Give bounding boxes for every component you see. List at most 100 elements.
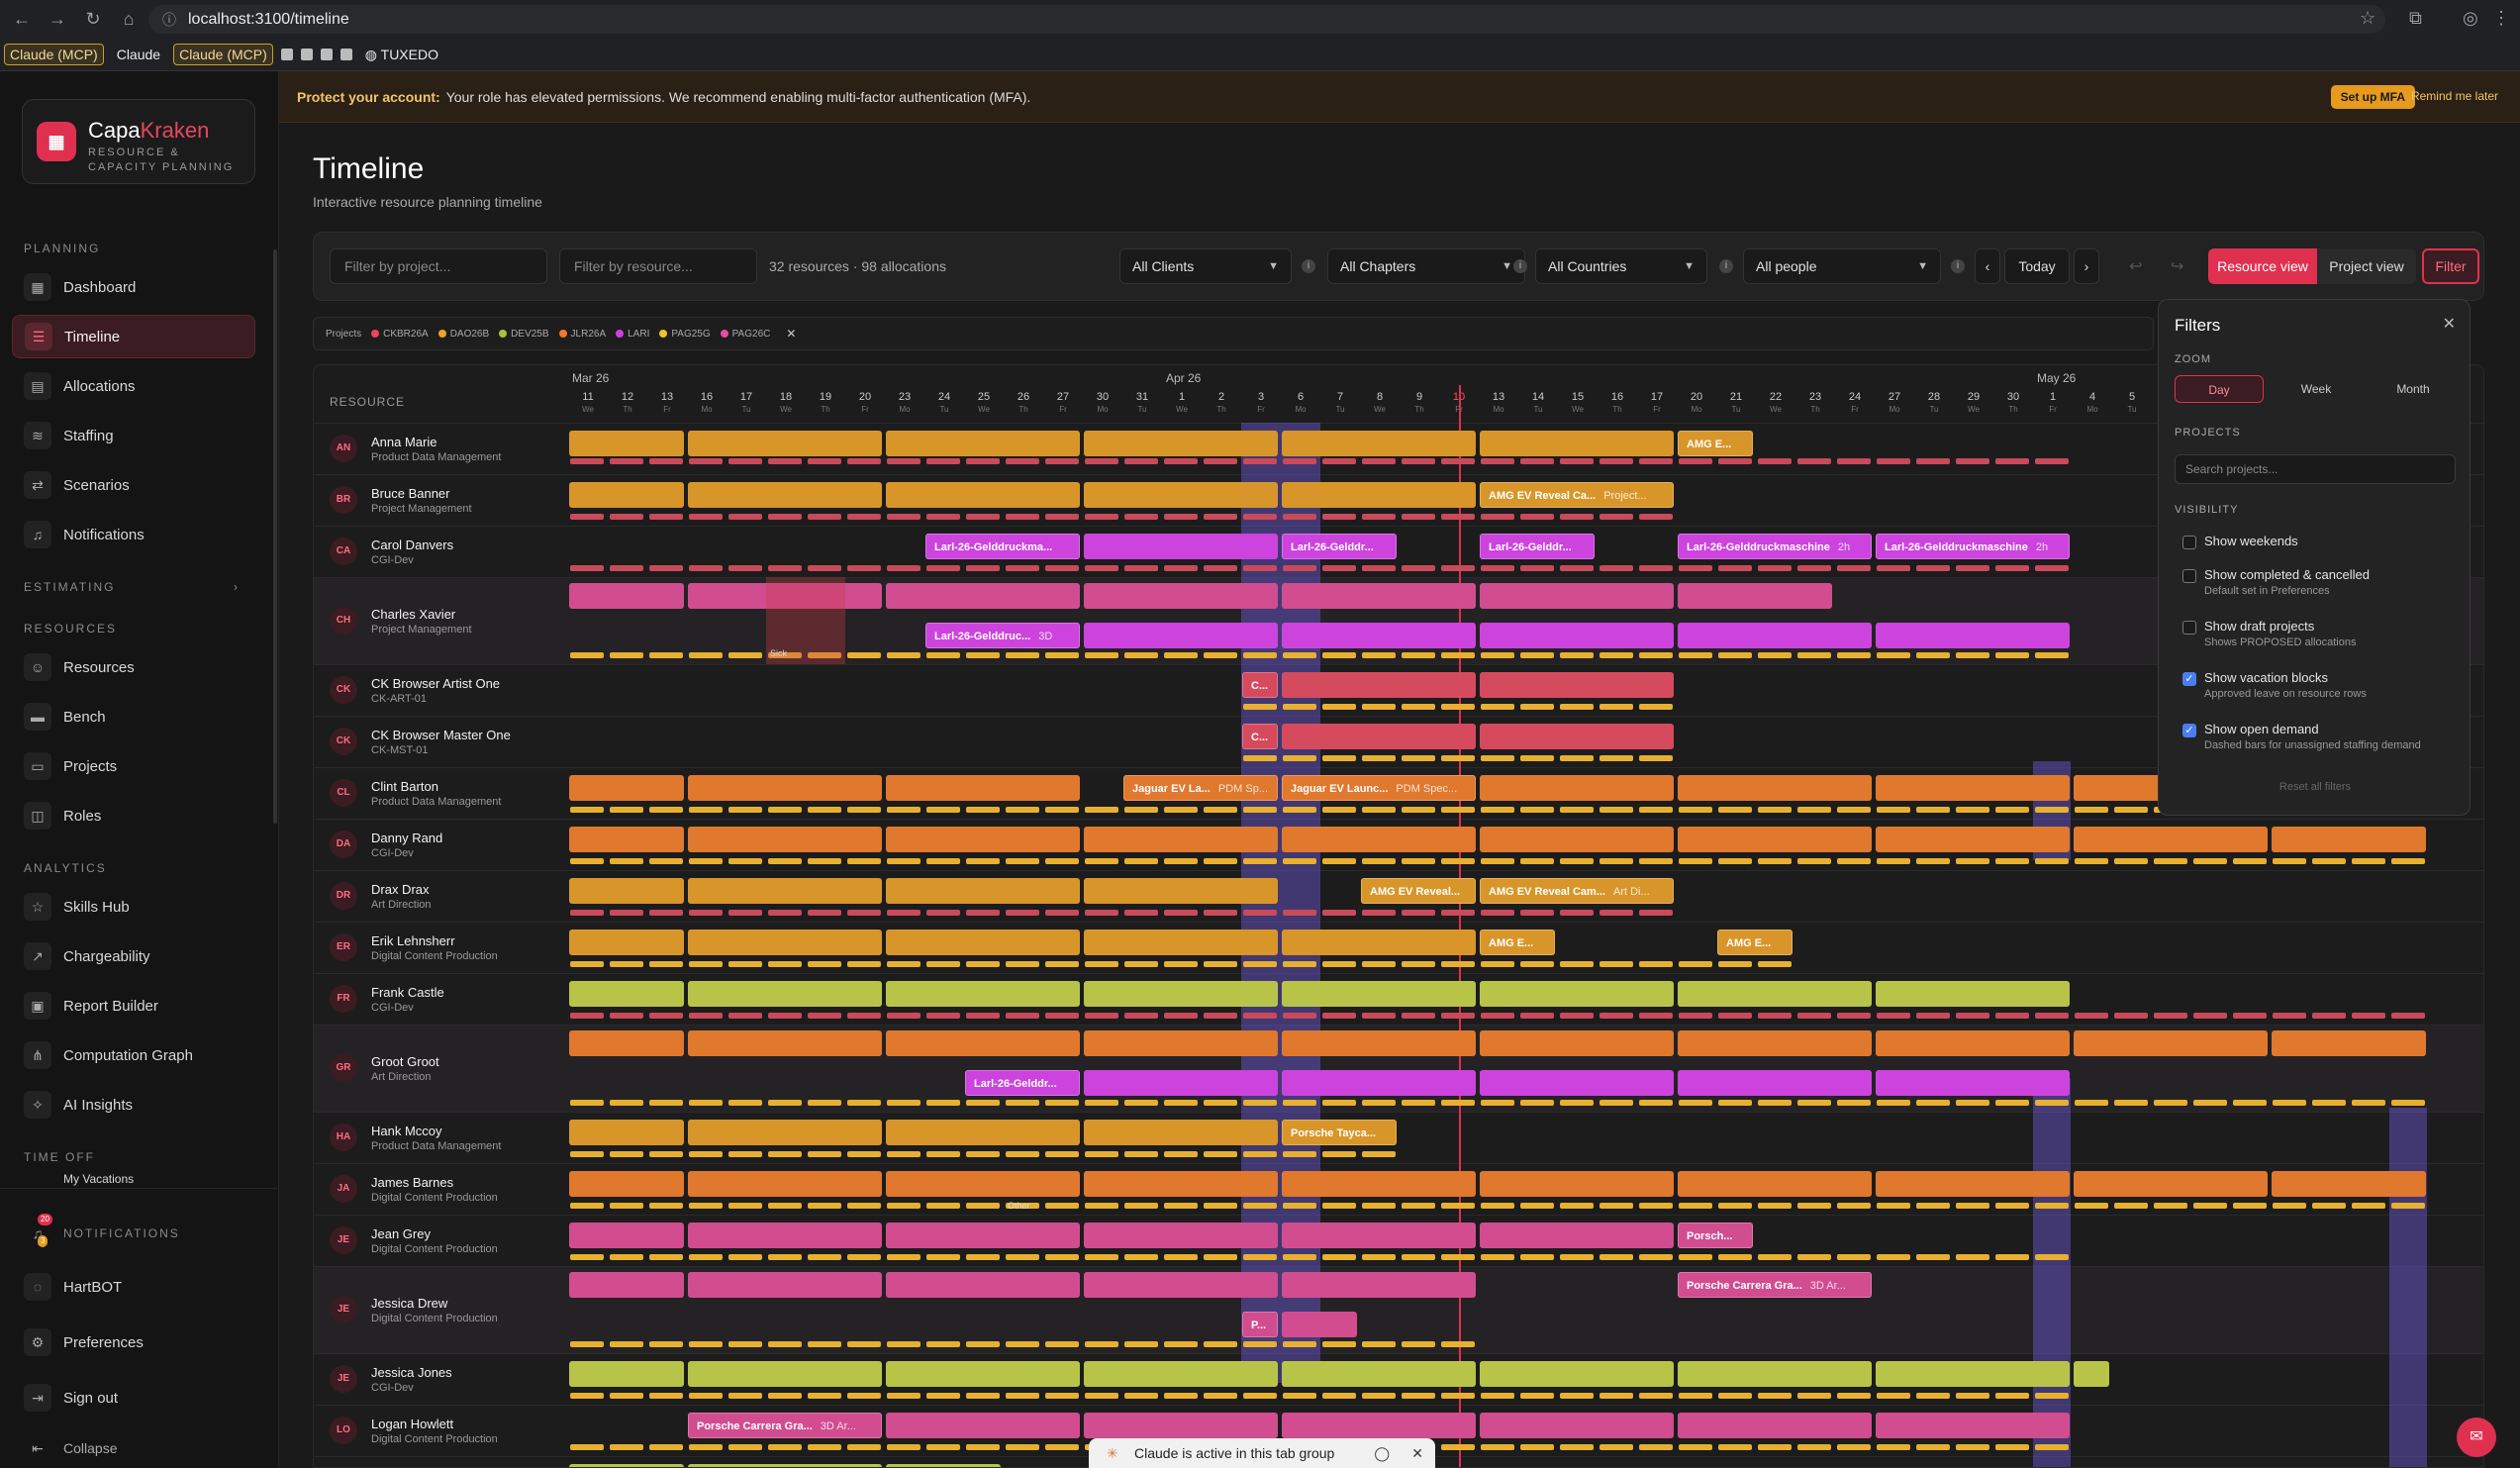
allocation-bar[interactable] xyxy=(1480,431,1674,456)
allocation-bar[interactable] xyxy=(1876,623,2070,648)
allocation-bar[interactable]: C... xyxy=(1242,672,1278,698)
resource-name[interactable]: CK Browser Artist One xyxy=(371,676,500,691)
allocation-bar[interactable] xyxy=(1282,583,1476,609)
resource-name[interactable]: Drax Drax xyxy=(371,882,430,897)
allocation-bar[interactable] xyxy=(1876,1361,2070,1387)
bookmark[interactable]: Claude (MCP) xyxy=(173,44,273,65)
today-button[interactable]: Today xyxy=(2004,248,2070,284)
allocation-bar[interactable]: Larl-26-Gelddr... xyxy=(965,1070,1080,1096)
collapse-button[interactable]: ⇤ Collapse xyxy=(12,1431,255,1465)
resource-name[interactable]: Carol Danvers xyxy=(371,538,453,552)
allocation-bar[interactable] xyxy=(569,930,684,955)
allocation-bar[interactable] xyxy=(1282,1223,1476,1248)
star-icon[interactable]: ☆ xyxy=(2360,8,2375,29)
close-icon[interactable]: ✕ xyxy=(1411,1438,1423,1468)
nav-resources[interactable]: ☺ Resources xyxy=(12,645,255,689)
address-bar[interactable]: ⓘ localhost:3100/timeline xyxy=(148,5,2385,34)
allocation-bar[interactable] xyxy=(1480,583,1674,609)
chat-icon[interactable]: ◯ xyxy=(1374,1438,1390,1468)
resource-name[interactable]: Jessica Drew xyxy=(371,1296,447,1311)
allocation-bar[interactable] xyxy=(886,1464,1001,1467)
allocation-bar[interactable]: Larl-26-Gelddruckma... xyxy=(925,534,1080,559)
allocation-bar[interactable] xyxy=(1876,1171,2070,1197)
allocation-bar[interactable] xyxy=(1678,583,1832,609)
allocation-bar[interactable] xyxy=(1480,1030,1674,1056)
allocation-bar[interactable]: AMG E... xyxy=(1717,930,1793,955)
close-icon[interactable]: ✕ xyxy=(2443,314,2456,334)
clear-legend-icon[interactable]: ✕ xyxy=(786,327,796,341)
nav-allocations[interactable]: ▤ Allocations xyxy=(12,364,255,408)
redo-icon[interactable]: ↪ xyxy=(2171,256,2183,276)
allocation-bar[interactable]: Porsch... xyxy=(1678,1223,1753,1248)
allocation-bar[interactable] xyxy=(569,1223,684,1248)
bookmark-icon[interactable] xyxy=(280,49,293,60)
allocation-bar[interactable] xyxy=(1084,1361,1278,1387)
allocation-bar[interactable] xyxy=(1678,775,1872,801)
allocation-bar[interactable] xyxy=(2074,1361,2109,1387)
brand-card[interactable]: ▦ CapaKraken RESOURCE & CAPACITY PLANNIN… xyxy=(22,99,255,184)
prev-button[interactable]: ‹ xyxy=(1975,248,2000,284)
allocation-bar[interactable] xyxy=(1282,1413,1476,1438)
allocation-bar[interactable] xyxy=(1084,1070,1278,1096)
allocation-bar[interactable] xyxy=(1282,1361,1476,1387)
allocation-bar[interactable]: AMG E... xyxy=(1678,431,1753,456)
show-vacation-checkbox[interactable]: ✓ xyxy=(2182,672,2196,686)
reload-icon[interactable]: ↻ xyxy=(79,9,107,30)
allocation-bar[interactable]: P... xyxy=(1242,1312,1278,1337)
allocation-bar[interactable] xyxy=(886,827,1080,852)
allocation-bar[interactable] xyxy=(688,1361,882,1387)
chapters-select[interactable]: All Chapters ▼ xyxy=(1327,248,1525,284)
allocation-bar[interactable] xyxy=(1678,1030,1872,1056)
remind-later-link[interactable]: Remind me later xyxy=(2411,89,2498,103)
allocation-bar[interactable] xyxy=(1876,1070,2070,1096)
allocation-bar[interactable] xyxy=(1876,775,2070,801)
project-filter-input[interactable]: Filter by project... xyxy=(330,248,547,284)
allocation-bar[interactable] xyxy=(886,775,1080,801)
allocation-bar[interactable] xyxy=(1084,1030,1278,1056)
resource-name[interactable]: CK Browser Master One xyxy=(371,728,511,742)
allocation-bar[interactable] xyxy=(886,981,1080,1007)
allocation-bar[interactable] xyxy=(688,827,882,852)
resource-name[interactable]: Bruce Banner xyxy=(371,486,450,501)
resource-name[interactable]: Anna Marie xyxy=(371,435,436,449)
setup-mfa-button[interactable]: Set up MFA xyxy=(2330,85,2415,109)
allocation-bar[interactable] xyxy=(1678,623,1872,648)
allocation-bar[interactable] xyxy=(569,1272,684,1298)
allocation-bar[interactable] xyxy=(2272,827,2426,852)
allocation-bar[interactable] xyxy=(1480,775,1674,801)
nav-skills-hub[interactable]: ☆ Skills Hub xyxy=(12,885,255,929)
allocation-bar[interactable] xyxy=(1480,623,1674,648)
allocation-bar[interactable] xyxy=(1282,623,1476,648)
nav-ai-insights[interactable]: ✧ AI Insights xyxy=(12,1083,255,1126)
allocation-bar[interactable] xyxy=(688,878,882,904)
allocation-bar[interactable] xyxy=(1282,1171,1476,1197)
allocation-bar[interactable] xyxy=(569,878,684,904)
allocation-bar[interactable] xyxy=(1282,1070,1476,1096)
allocation-bar[interactable] xyxy=(569,1171,684,1197)
allocation-bar[interactable] xyxy=(1480,1361,1674,1387)
countries-select[interactable]: All Countries ▼ xyxy=(1535,248,1707,284)
show-draft-checkbox[interactable] xyxy=(2182,621,2196,635)
allocation-bar[interactable] xyxy=(688,1464,882,1467)
allocation-bar[interactable]: C... xyxy=(1242,724,1278,749)
allocation-bar[interactable] xyxy=(886,482,1080,508)
allocation-bar[interactable] xyxy=(688,1223,882,1248)
allocation-bar[interactable] xyxy=(1876,827,2070,852)
allocation-bar[interactable] xyxy=(1282,672,1476,698)
allocation-bar[interactable] xyxy=(569,583,684,609)
allocation-bar[interactable] xyxy=(1282,1272,1476,1298)
allocation-bar[interactable] xyxy=(569,1464,684,1467)
allocation-bar[interactable]: Porsche Tayca... xyxy=(1282,1120,1397,1145)
allocation-bar[interactable] xyxy=(688,930,882,955)
nav-notifications[interactable]: ♫ Notifications xyxy=(12,513,255,556)
nav-staffing[interactable]: ≋ Staffing xyxy=(12,414,255,457)
sidebar-scrollbar[interactable] xyxy=(273,249,277,824)
allocation-bar[interactable] xyxy=(688,482,882,508)
zoom-day-button[interactable]: Day xyxy=(2175,375,2264,403)
nav-my-vacations[interactable]: My Vacations xyxy=(12,1172,255,1186)
allocation-bar[interactable] xyxy=(2074,1030,2268,1056)
allocation-bar[interactable] xyxy=(886,1171,1080,1197)
resource-filter-input[interactable]: Filter by resource... xyxy=(559,248,757,284)
allocation-bar[interactable]: AMG EV Reveal Cam... Art Di... xyxy=(1480,878,1674,904)
allocation-bar[interactable] xyxy=(1678,827,1872,852)
